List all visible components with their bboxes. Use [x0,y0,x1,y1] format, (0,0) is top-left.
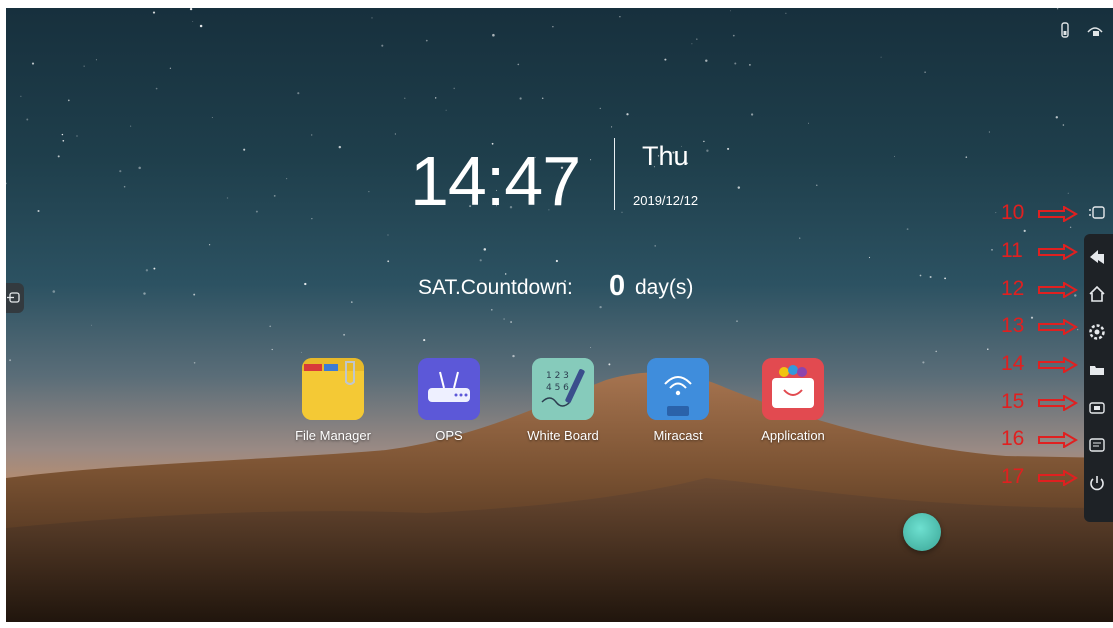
folder-icon [302,358,364,420]
annotation-arrow [1038,357,1078,373]
app-ops[interactable]: OPS [394,358,504,443]
settings-icon [1089,324,1105,340]
annotation-arrow [1038,319,1078,335]
clock-divider [614,138,615,210]
pen-board-icon: 1 2 3 4 5 6 [532,358,594,420]
countdown-value: 0 [609,270,626,302]
usb-icon [1058,22,1072,38]
clock-date: 2019/12/12 [633,193,699,208]
power-icon [1090,476,1104,491]
annotation-arrow [1038,206,1078,222]
left-sidebar-toggle[interactable] [6,283,24,313]
app-file-manager[interactable]: File Manager [278,358,388,443]
app-label: Miracast [653,428,703,443]
panel-toggle-icon [1089,206,1105,219]
source-button[interactable] [1086,397,1108,419]
app-label: Application [761,428,825,443]
home-icon [1089,285,1105,302]
annotation-marker: 17 [1001,465,1025,488]
folder-icon [1090,366,1104,375]
app-label: OPS [435,428,463,443]
countdown-unit: day(s) [635,276,694,299]
power-button[interactable] [1086,472,1108,494]
folder-button[interactable] [1086,359,1108,381]
svg-text:1 2 3: 1 2 3 [546,371,569,381]
home-button[interactable] [1086,283,1108,305]
back-button[interactable] [1086,246,1108,268]
whiteboard-icon [1089,438,1105,452]
router-icon [418,358,480,420]
clock-day: Thu [642,141,689,171]
network-icon [1086,22,1104,38]
app-miracast[interactable]: Miracast [623,358,733,443]
back-icon [1090,250,1104,264]
clock-time: 14:47 [410,142,581,220]
countdown-label: SAT.Countdown: [418,276,573,299]
app-store-icon [762,358,824,420]
wifi-display-icon [647,358,709,420]
annotation-marker: 10 [1001,201,1025,224]
annotation-marker: 16 [1001,427,1025,450]
annotation-arrow [1038,282,1078,298]
whiteboard-button[interactable] [1086,434,1108,456]
svg-text:4 5 6: 4 5 6 [546,383,569,393]
source-icon [1089,402,1105,414]
desert-landscape [6,372,1113,622]
app-white-board[interactable]: 1 2 3 4 5 6 White Board [508,358,618,443]
settings-button[interactable] [1086,321,1108,343]
annotation-marker: 14 [1001,352,1025,375]
annotation-arrow [1038,470,1078,486]
annotation-marker: 12 [1001,277,1025,300]
app-application[interactable]: Application [738,358,848,443]
annotation-marker: 15 [1001,390,1025,413]
app-label: White Board [527,428,599,443]
annotation-marker: 13 [1001,314,1025,337]
annotation-arrow [1038,244,1078,260]
annotation-arrow [1038,395,1078,411]
floating-assistive-button[interactable] [903,513,941,551]
app-label: File Manager [295,428,371,443]
annotation-arrow [1038,432,1078,448]
panel-toggle-button[interactable] [1086,202,1108,224]
home-screen: 14:47 Thu 2019/12/12 SAT.Countdown: 0 da… [6,8,1113,622]
annotation-marker: 11 [1001,239,1023,262]
